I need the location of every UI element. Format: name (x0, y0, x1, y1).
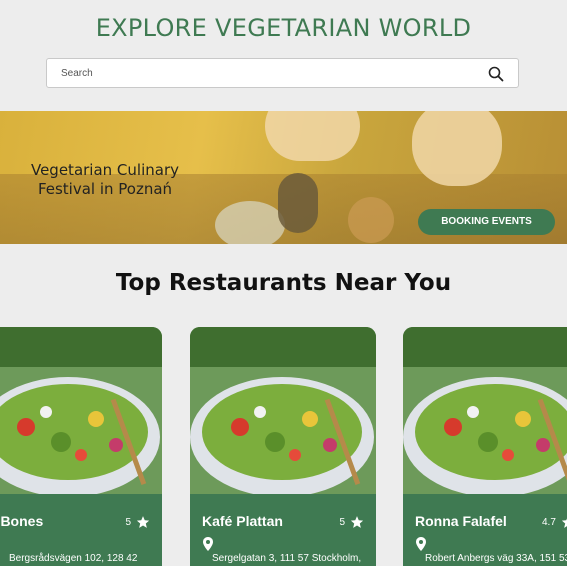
search-icon[interactable] (488, 66, 504, 82)
event-banner: Vegetarian Culinary Festival in Poznań B… (0, 111, 567, 244)
banner-hand (278, 173, 318, 233)
restaurant-address: Robert Anbergs väg 33A, 151 53 (425, 553, 567, 564)
restaurant-address: Bergsrådsvägen 102, 128 42 (9, 553, 138, 564)
rating-value: 4.7 (542, 516, 556, 528)
section-title: Top Restaurants Near You (115, 270, 452, 296)
page-title: EXPLORE VEGETARIAN WORLD (95, 14, 472, 42)
star-icon (561, 518, 567, 528)
restaurant-card[interactable]: Kafé Plattan 5 Sergelgatan 3, 111 57 Sto… (190, 327, 376, 566)
banner-headline-line: Vegetarian Culinary (30, 161, 179, 179)
star-icon (136, 516, 150, 528)
restaurant-card[interactable]: o Bones 5 Bergsrådsvägen 102, 128 42 (0, 327, 162, 566)
location-pin-icon (203, 537, 213, 551)
banner-hand (412, 111, 502, 186)
restaurant-photo (190, 327, 376, 494)
location-pin-icon (416, 537, 426, 551)
restaurant-rating: 5 (125, 515, 150, 529)
restaurant-card[interactable]: Ronna Falafel 4.7 Robert Anbergs väg 33A… (403, 327, 567, 566)
restaurant-name: o Bones (0, 513, 44, 529)
rating-value: 5 (339, 516, 345, 528)
star-icon (350, 516, 364, 528)
search-bar[interactable] (46, 58, 519, 88)
banner-hand (265, 111, 360, 161)
banner-glass (348, 197, 394, 243)
restaurant-photo (403, 327, 567, 494)
banner-headline-line: Festival in Poznań (37, 180, 173, 198)
restaurant-name: Ronna Falafel (415, 513, 507, 529)
restaurant-name: Kafé Plattan (202, 513, 283, 529)
restaurant-photo (0, 327, 162, 494)
search-input[interactable] (47, 59, 477, 87)
rating-value: 5 (125, 516, 131, 528)
banner-headline: Vegetarian Culinary Festival in Poznań (20, 161, 190, 199)
booking-events-button[interactable]: BOOKING EVENTS (418, 209, 555, 235)
restaurant-address: Sergelgatan 3, 111 57 Stockholm, (212, 553, 362, 564)
restaurant-rating: 4.7 (542, 515, 567, 529)
banner-plate (215, 201, 285, 244)
restaurant-rating: 5 (339, 515, 364, 529)
